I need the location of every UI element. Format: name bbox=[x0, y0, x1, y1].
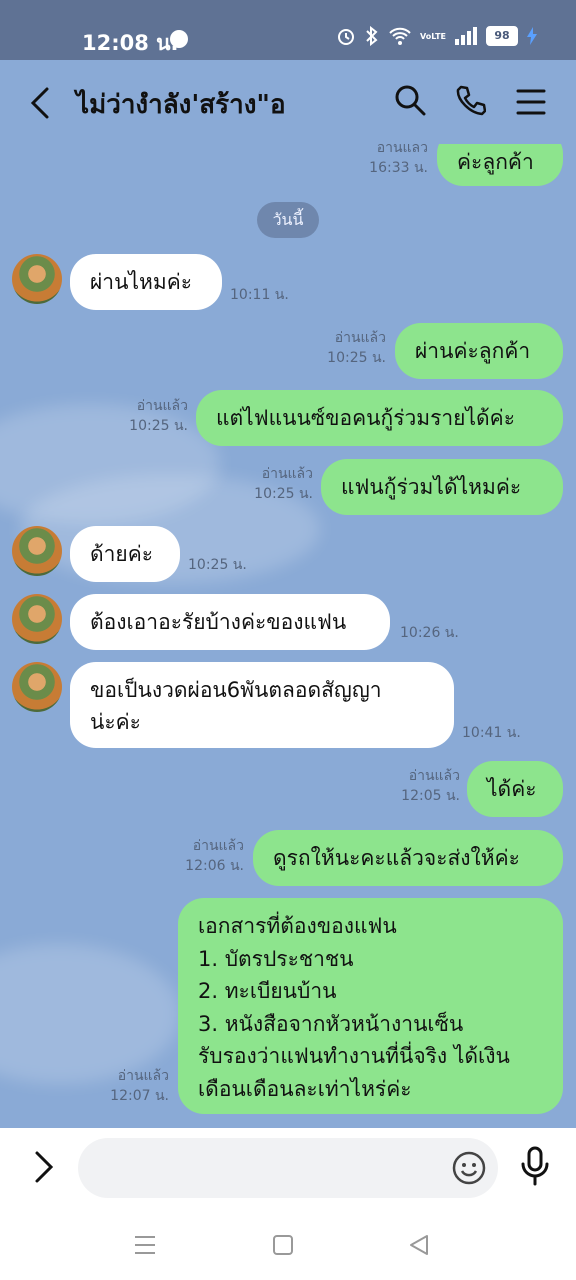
avatar[interactable] bbox=[12, 254, 62, 304]
message-text: ผ่านไหมค่ะ bbox=[90, 270, 193, 294]
messenger-icon bbox=[170, 30, 188, 48]
message-meta: อ่านแล้ว 16:33 น. bbox=[320, 144, 428, 178]
message-text: แต่ไฟแนนซ์ขอคนกู้ร่วมรายได้ค่ะ bbox=[216, 406, 516, 430]
message-time: 10:41 น. bbox=[462, 725, 521, 741]
message-line: 2. ทะเบียนบ้าน bbox=[198, 979, 337, 1003]
message-line: 3. หนังสือจากหัวหน้างานเซ็น bbox=[198, 1011, 464, 1036]
emoji-icon[interactable] bbox=[452, 1151, 486, 1185]
home-icon[interactable] bbox=[272, 1234, 294, 1256]
message-meta: อ่านแล้ว 12:07 น. bbox=[61, 1066, 169, 1106]
chat-area[interactable]: อ่านแล้ว 16:33 น. ค่ะลูกค้า วันนี้ ผ่านไ… bbox=[0, 144, 576, 1128]
search-icon[interactable] bbox=[394, 84, 426, 116]
read-receipt: อ่านแล้ว bbox=[261, 466, 313, 482]
battery-indicator: 98 bbox=[486, 26, 518, 46]
message-meta: อ่านแล้ว 12:05 น. bbox=[352, 766, 460, 806]
volte-label: VoLTE bbox=[420, 31, 446, 41]
message-time: 10:26 น. bbox=[400, 625, 459, 641]
outgoing-message[interactable]: เอกสารที่ต้องของแฟน 1. บัตรประชาชน 2. ทะ… bbox=[178, 898, 563, 1114]
message-line: เอกสารที่ต้องของแฟน bbox=[198, 914, 397, 938]
signal-icon bbox=[455, 27, 477, 45]
message-text: ค่ะลูกค้า bbox=[457, 150, 534, 174]
read-receipt: อ่านแล้ว bbox=[408, 768, 460, 784]
message-time: 16:33 น. bbox=[369, 160, 428, 176]
incoming-message[interactable]: ต้องเอาอะรัยบ้างค่ะของแฟน bbox=[70, 594, 390, 650]
message-input-bar bbox=[0, 1128, 576, 1218]
message-time: 10:25 น. bbox=[129, 418, 188, 434]
status-bar: 12:08 น. VoLTE 98 bbox=[0, 0, 576, 60]
chevron-left-icon[interactable] bbox=[28, 86, 54, 120]
chevron-right-icon[interactable] bbox=[32, 1150, 56, 1184]
message-time: 10:11 น. bbox=[230, 287, 289, 303]
message-line: น่ะค่ะ bbox=[90, 710, 141, 734]
read-receipt: อ่านแล้ว bbox=[192, 838, 244, 854]
hamburger-menu-icon[interactable] bbox=[516, 88, 546, 116]
outgoing-message[interactable]: ได้ค่ะ bbox=[467, 761, 563, 817]
outgoing-message[interactable]: ผ่านค่ะลูกค้า bbox=[395, 323, 563, 379]
outgoing-message[interactable]: แต่ไฟแนนซ์ขอคนกู้ร่วมรายได้ค่ะ bbox=[196, 390, 563, 446]
message-input[interactable] bbox=[78, 1138, 498, 1198]
message-time: 12:05 น. bbox=[401, 788, 460, 804]
wifi-icon bbox=[389, 27, 411, 45]
message-text: ได้ค่ะ bbox=[487, 777, 537, 801]
message-line: ขอเป็นงวดผ่อน6พันตลอดสัญญา bbox=[90, 678, 382, 702]
message-text: ต้องเอาอะรัยบ้างค่ะของแฟน bbox=[90, 610, 347, 634]
message-text: ด้ายค่ะ bbox=[90, 542, 154, 566]
outgoing-message[interactable]: ค่ะลูกค้า bbox=[437, 144, 563, 186]
recent-apps-icon[interactable] bbox=[134, 1234, 156, 1256]
read-receipt: อ่านแล้ว bbox=[136, 398, 188, 414]
status-time: 12:08 น. bbox=[82, 31, 179, 55]
read-receipt: อ่านแล้ว bbox=[334, 330, 386, 346]
message-time: 10:25 น. bbox=[254, 486, 313, 502]
message-meta: อ่านแล้ว 10:25 น. bbox=[205, 464, 313, 504]
avatar[interactable] bbox=[12, 526, 62, 576]
status-icons: VoLTE 98 bbox=[336, 26, 538, 46]
avatar[interactable] bbox=[12, 594, 62, 644]
read-receipt: อ่านแล้ว bbox=[376, 144, 428, 156]
incoming-message[interactable]: ขอเป็นงวดผ่อน6พันตลอดสัญญา น่ะค่ะ bbox=[70, 662, 454, 748]
avatar[interactable] bbox=[12, 662, 62, 712]
outgoing-message[interactable]: แฟนกู้ร่วมได้ไหมค่ะ bbox=[321, 459, 563, 515]
microphone-icon[interactable] bbox=[520, 1146, 550, 1186]
message-line: 1. บัตรประชาชน bbox=[198, 946, 354, 971]
charging-icon bbox=[527, 27, 537, 45]
message-time: 10:25 น. bbox=[188, 557, 247, 573]
outgoing-message[interactable]: ดูรถให้นะคะแล้วจะส่งให้ค่ะ bbox=[253, 830, 563, 886]
phone-icon[interactable] bbox=[454, 84, 486, 116]
bluetooth-icon bbox=[366, 26, 378, 46]
chat-title: ไม่ว่างําลัง'สร้าง"อ bbox=[76, 90, 286, 120]
read-receipt: อ่านแล้ว bbox=[117, 1068, 169, 1084]
message-time: 12:06 น. bbox=[185, 858, 244, 874]
message-meta: อ่านแล้ว 10:25 น. bbox=[278, 328, 386, 368]
message-meta: อ่านแล้ว 10:25 น. bbox=[80, 396, 188, 436]
message-time: 10:25 น. bbox=[327, 350, 386, 366]
message-line: เดือนเดือนละเท่าไหร่ค่ะ bbox=[198, 1076, 412, 1101]
system-navigation-bar bbox=[0, 1218, 576, 1280]
date-separator: วันนี้ bbox=[257, 202, 319, 238]
incoming-message[interactable]: ผ่านไหมค่ะ bbox=[70, 254, 222, 310]
message-meta: อ่านแล้ว 12:06 น. bbox=[136, 836, 244, 876]
message-line: รับรองว่าแฟนทำงานที่นี่จริง ได้เงิน bbox=[198, 1044, 510, 1068]
incoming-message[interactable]: ด้ายค่ะ bbox=[70, 526, 180, 582]
message-text: ดูรถให้นะคะแล้วจะส่งให้ค่ะ bbox=[273, 846, 520, 870]
chat-header: ไม่ว่างําลัง'สร้าง"อ bbox=[0, 60, 576, 144]
message-text: แฟนกู้ร่วมได้ไหมค่ะ bbox=[341, 475, 522, 499]
alarm-icon bbox=[338, 29, 355, 45]
message-text: ผ่านค่ะลูกค้า bbox=[415, 339, 531, 363]
back-nav-icon[interactable] bbox=[408, 1234, 430, 1256]
message-time: 12:07 น. bbox=[110, 1088, 169, 1104]
